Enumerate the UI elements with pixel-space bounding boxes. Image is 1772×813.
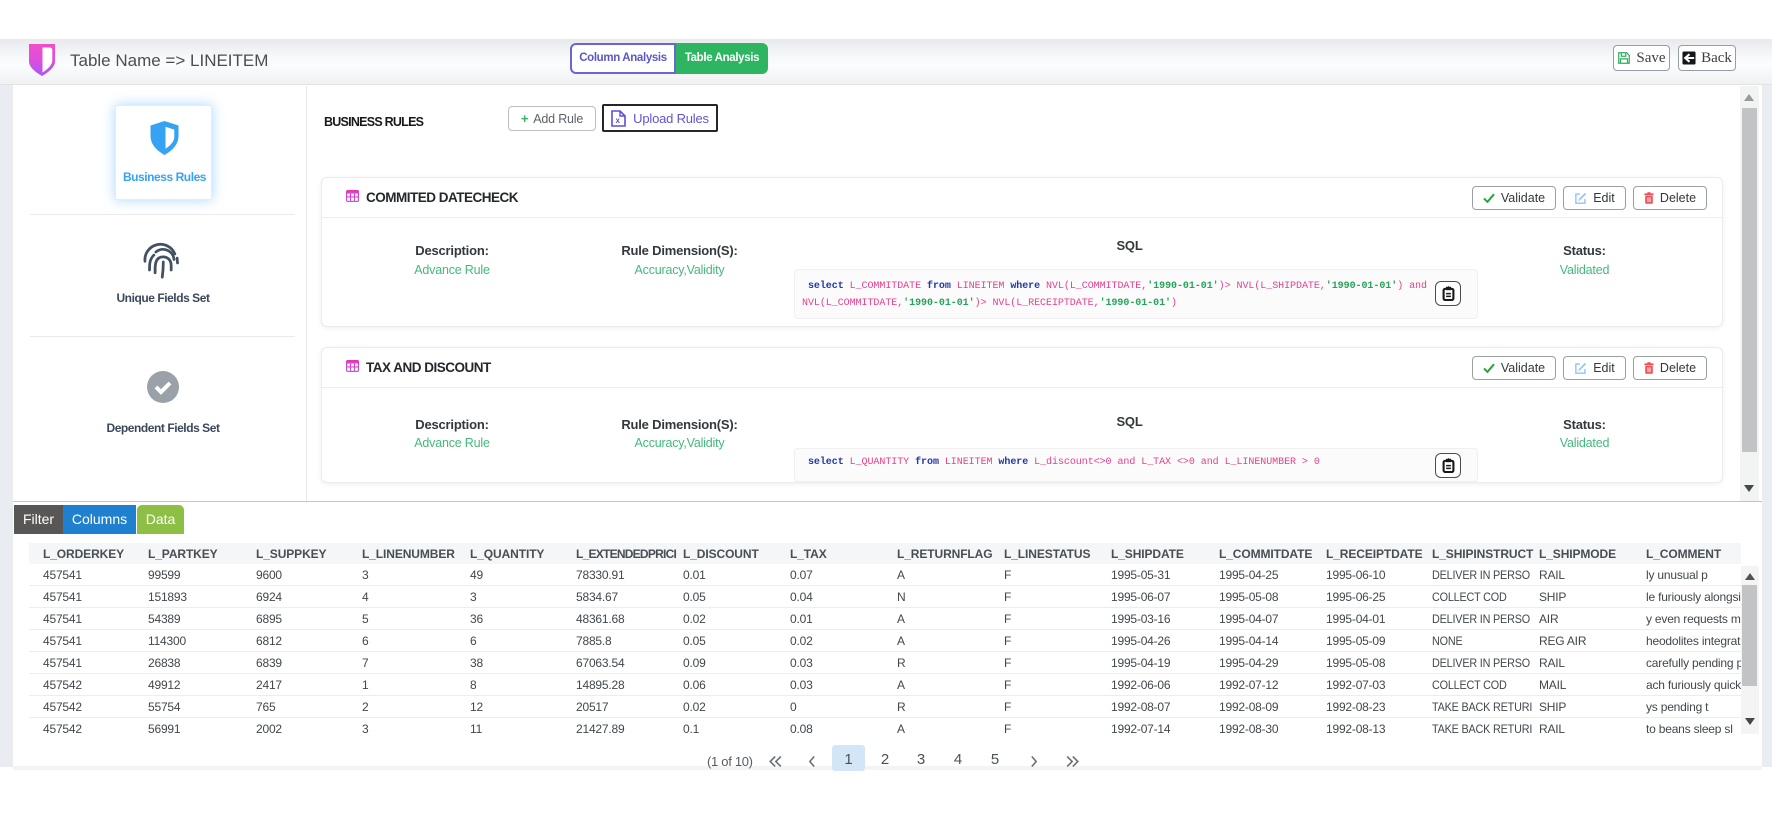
svg-text:x: x xyxy=(616,116,621,125)
